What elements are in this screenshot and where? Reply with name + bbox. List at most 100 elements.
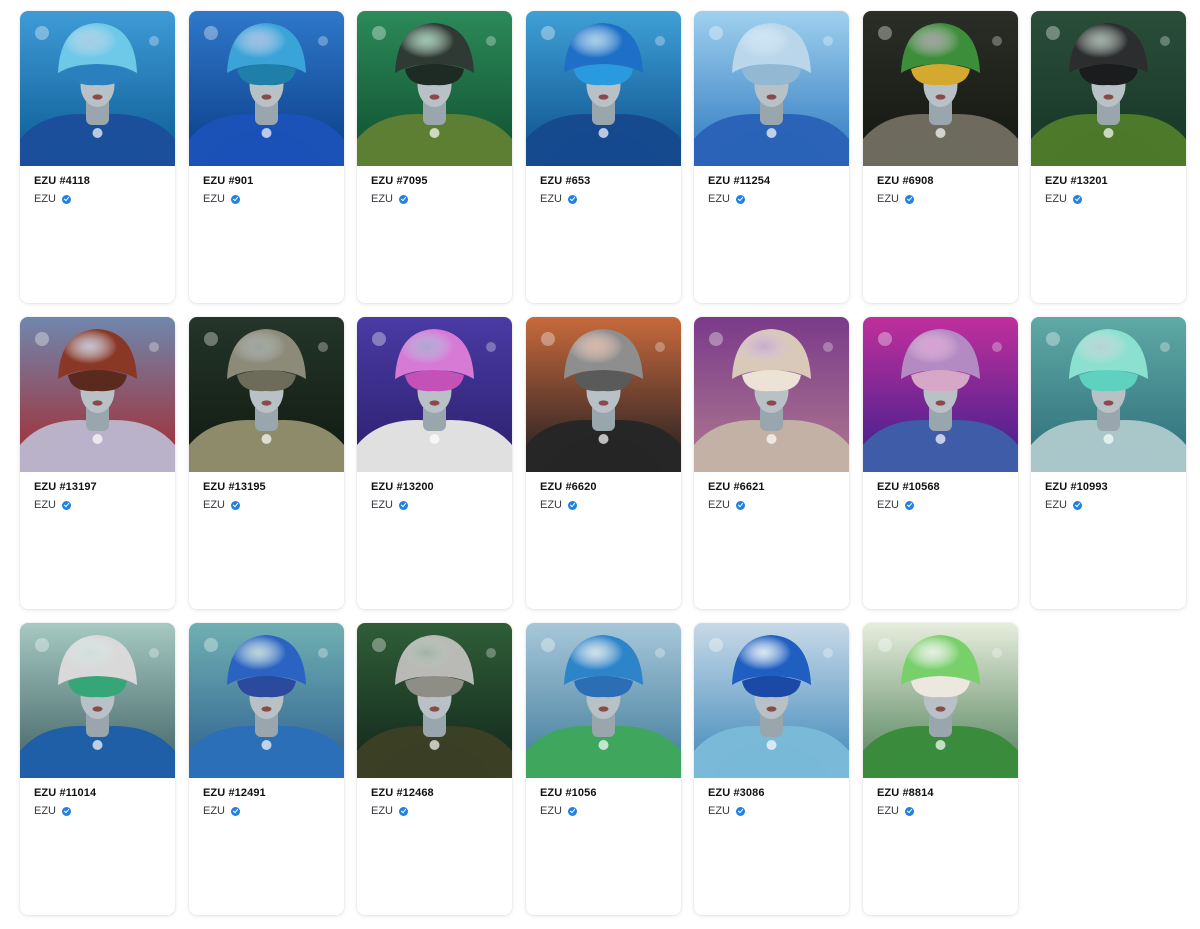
nft-title[interactable]: EZU #6620: [540, 481, 597, 493]
collection-label: EZU: [877, 193, 899, 205]
nft-title[interactable]: EZU #13200: [371, 481, 434, 493]
nft-image[interactable]: [863, 317, 1018, 472]
nft-card[interactable]: EZU #4118 EZU: [20, 11, 175, 303]
collection-name[interactable]: EZU: [708, 499, 745, 511]
nft-card[interactable]: EZU #12468 EZU: [357, 623, 512, 915]
nft-title[interactable]: EZU #12491: [203, 787, 266, 799]
nft-card[interactable]: EZU #10993 EZU: [1031, 317, 1186, 609]
nft-image[interactable]: [357, 623, 512, 778]
nft-image[interactable]: [357, 11, 512, 166]
nft-card[interactable]: EZU #11014 EZU: [20, 623, 175, 915]
collection-label: EZU: [371, 193, 393, 205]
nft-image[interactable]: [694, 623, 849, 778]
collection-name[interactable]: EZU: [877, 193, 914, 205]
nft-image[interactable]: [526, 317, 681, 472]
collection-label: EZU: [877, 805, 899, 817]
collection-label: EZU: [371, 499, 393, 511]
nft-image[interactable]: [189, 623, 344, 778]
nft-card[interactable]: EZU #8814 EZU: [863, 623, 1018, 915]
nft-card[interactable]: EZU #653 EZU: [526, 11, 681, 303]
nft-card[interactable]: EZU #12491 EZU: [189, 623, 344, 915]
collection-name[interactable]: EZU: [540, 193, 577, 205]
collection-label: EZU: [708, 499, 730, 511]
nft-card[interactable]: EZU #6621 EZU: [694, 317, 849, 609]
nft-image[interactable]: [526, 623, 681, 778]
collection-name[interactable]: EZU: [1045, 499, 1082, 511]
collection-name[interactable]: EZU: [34, 499, 71, 511]
nft-card[interactable]: EZU #10568 EZU: [863, 317, 1018, 609]
collection-name[interactable]: EZU: [371, 805, 408, 817]
nft-title[interactable]: EZU #7095: [371, 175, 428, 187]
nft-image[interactable]: [20, 11, 175, 166]
verified-check-icon: [905, 500, 914, 510]
nft-image[interactable]: [189, 317, 344, 472]
collection-label: EZU: [1045, 193, 1067, 205]
collection-name[interactable]: EZU: [708, 193, 745, 205]
collection-label: EZU: [540, 193, 562, 205]
verified-check-icon: [568, 806, 577, 816]
nft-image[interactable]: [20, 317, 175, 472]
collection-label: EZU: [1045, 499, 1067, 511]
nft-title[interactable]: EZU #13201: [1045, 175, 1108, 187]
verified-check-icon: [1073, 194, 1082, 204]
nft-title[interactable]: EZU #10568: [877, 481, 940, 493]
collection-name[interactable]: EZU: [203, 193, 240, 205]
nft-card[interactable]: EZU #7095 EZU: [357, 11, 512, 303]
nft-card[interactable]: EZU #13201 EZU: [1031, 11, 1186, 303]
collection-name[interactable]: EZU: [34, 805, 71, 817]
collection-name[interactable]: EZU: [1045, 193, 1082, 205]
collection-name[interactable]: EZU: [540, 805, 577, 817]
nft-image[interactable]: [1031, 11, 1186, 166]
nft-image[interactable]: [1031, 317, 1186, 472]
nft-card[interactable]: EZU #901 EZU: [189, 11, 344, 303]
nft-card[interactable]: EZU #6908 EZU: [863, 11, 1018, 303]
nft-image[interactable]: [863, 11, 1018, 166]
nft-card[interactable]: EZU #6620 EZU: [526, 317, 681, 609]
collection-label: EZU: [34, 499, 56, 511]
nft-title[interactable]: EZU #3086: [708, 787, 765, 799]
verified-check-icon: [399, 194, 408, 204]
collection-name[interactable]: EZU: [371, 193, 408, 205]
nft-card[interactable]: EZU #13195 EZU: [189, 317, 344, 609]
nft-title[interactable]: EZU #6908: [877, 175, 934, 187]
nft-image[interactable]: [20, 623, 175, 778]
verified-check-icon: [399, 500, 408, 510]
nft-title[interactable]: EZU #13195: [203, 481, 266, 493]
nft-title[interactable]: EZU #6621: [708, 481, 765, 493]
collection-name[interactable]: EZU: [708, 805, 745, 817]
nft-card[interactable]: EZU #3086 EZU: [694, 623, 849, 915]
nft-card[interactable]: EZU #13200 EZU: [357, 317, 512, 609]
nft-title[interactable]: EZU #653: [540, 175, 590, 187]
nft-card[interactable]: EZU #11254 EZU: [694, 11, 849, 303]
nft-image[interactable]: [694, 11, 849, 166]
nft-card[interactable]: EZU #1056 EZU: [526, 623, 681, 915]
nft-image[interactable]: [357, 317, 512, 472]
collection-name[interactable]: EZU: [877, 499, 914, 511]
nft-title[interactable]: EZU #8814: [877, 787, 934, 799]
verified-check-icon: [231, 194, 240, 204]
nft-title[interactable]: EZU #1056: [540, 787, 597, 799]
collection-name[interactable]: EZU: [877, 805, 914, 817]
collection-name[interactable]: EZU: [540, 499, 577, 511]
collection-name[interactable]: EZU: [203, 805, 240, 817]
nft-image[interactable]: [189, 11, 344, 166]
nft-title[interactable]: EZU #12468: [371, 787, 434, 799]
collection-name[interactable]: EZU: [371, 499, 408, 511]
nft-title[interactable]: EZU #13197: [34, 481, 97, 493]
nft-title[interactable]: EZU #4118: [34, 175, 90, 187]
verified-check-icon: [231, 500, 240, 510]
collection-label: EZU: [708, 805, 730, 817]
nft-image[interactable]: [863, 623, 1018, 778]
nft-title[interactable]: EZU #901: [203, 175, 253, 187]
nft-card[interactable]: EZU #13197 EZU: [20, 317, 175, 609]
verified-check-icon: [62, 500, 71, 510]
nft-image[interactable]: [694, 317, 849, 472]
collection-name[interactable]: EZU: [203, 499, 240, 511]
verified-check-icon: [568, 500, 577, 510]
nft-title[interactable]: EZU #11014: [34, 787, 96, 799]
nft-title[interactable]: EZU #10993: [1045, 481, 1108, 493]
collection-name[interactable]: EZU: [34, 193, 71, 205]
collection-label: EZU: [203, 193, 225, 205]
nft-title[interactable]: EZU #11254: [708, 175, 770, 187]
nft-image[interactable]: [526, 11, 681, 166]
